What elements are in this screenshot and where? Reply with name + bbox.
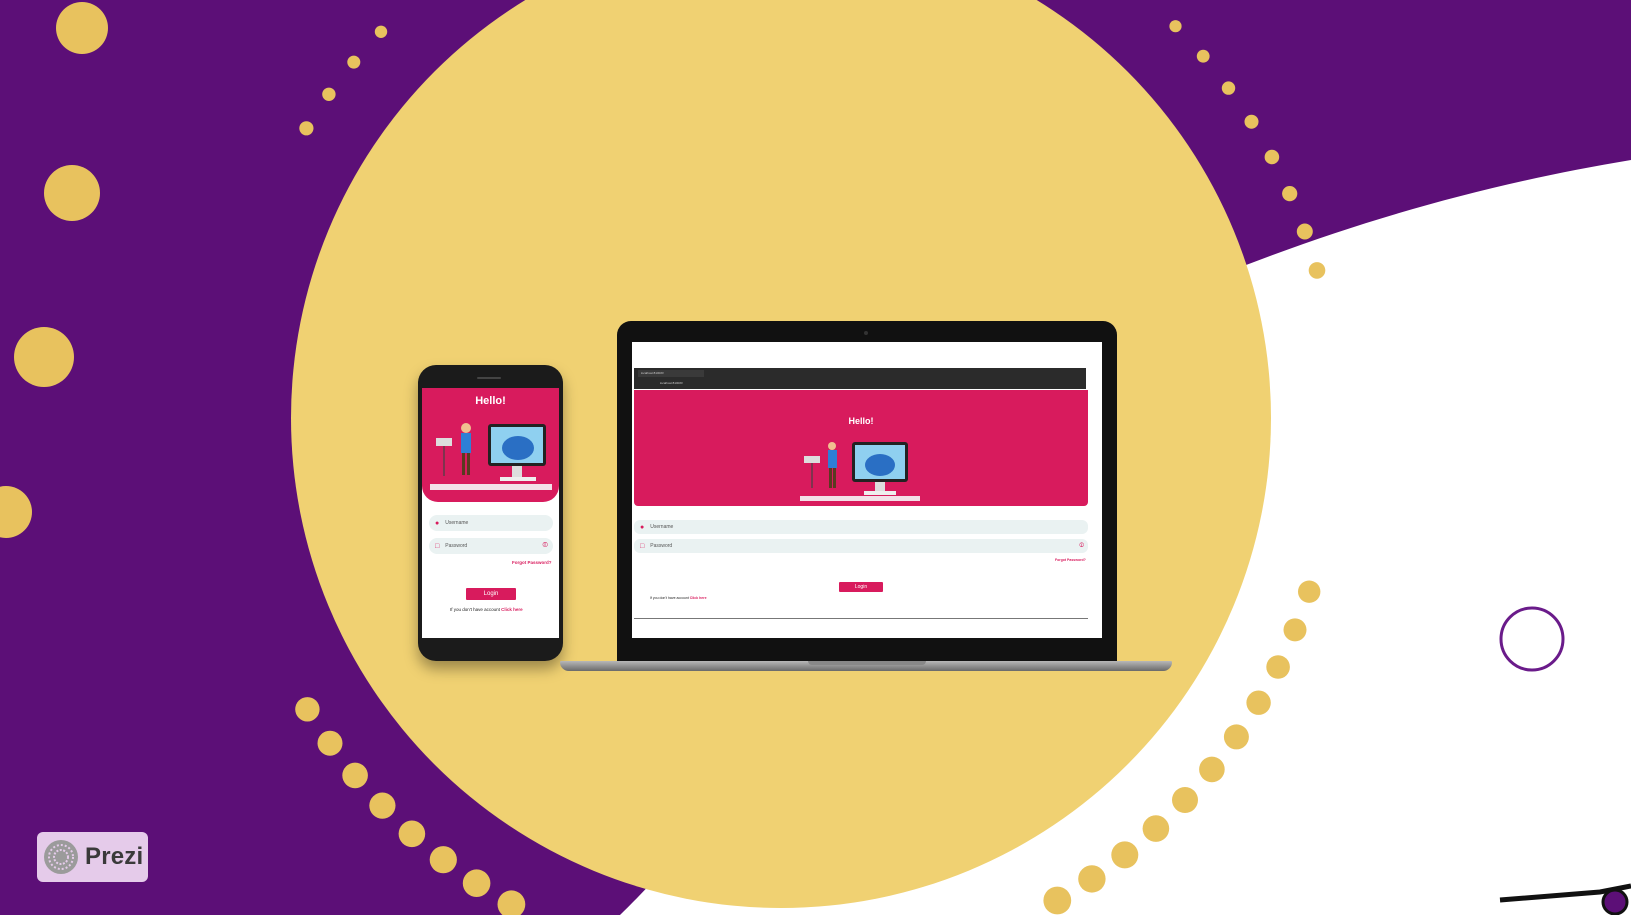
- arc-dot: [1282, 186, 1298, 202]
- signup-prompt: If you don't have account: [450, 607, 500, 612]
- laptop-notch: [808, 661, 926, 665]
- arc-dot: [342, 762, 368, 789]
- arc-dot: [1172, 787, 1198, 813]
- arc-dot: [1043, 886, 1072, 915]
- laptop-hero: Hello!: [634, 390, 1088, 506]
- signup-link[interactable]: Click here: [501, 607, 523, 612]
- eye-off-icon[interactable]: ⦷: [1079, 543, 1084, 550]
- phone-speaker: [477, 377, 501, 379]
- forgot-password-link[interactable]: Forgot Password?: [512, 560, 552, 565]
- login-button[interactable]: Login: [839, 582, 883, 592]
- arc-dot: [1169, 20, 1182, 33]
- username-field[interactable]: ● Username: [634, 520, 1088, 534]
- user-icon: ●: [640, 523, 645, 531]
- username-placeholder: Username: [650, 524, 674, 530]
- corner-dot: [1601, 888, 1629, 915]
- arc-dot: [1266, 655, 1290, 679]
- browser-url[interactable]: localhost:8100/#/: [660, 380, 1040, 386]
- arc-dot: [1296, 223, 1313, 240]
- browser-bar: localhost:8100/#/ localhost:8100/#/: [634, 368, 1086, 389]
- laptop-title: Hello!: [848, 416, 874, 426]
- arc-dot: [1221, 81, 1236, 95]
- password-placeholder: Password: [650, 543, 673, 549]
- arc-dot: [1078, 865, 1106, 893]
- username-placeholder: Username: [445, 520, 469, 526]
- arc-dot: [295, 697, 320, 722]
- phone-hero: Hello!: [422, 388, 559, 502]
- arc-dot: [1264, 149, 1280, 165]
- arc-dot: [1244, 114, 1259, 129]
- arc-dot: [462, 869, 491, 897]
- arc-dot: [1298, 580, 1321, 603]
- laptop-camera: [864, 331, 868, 335]
- prezi-label: Prezi: [85, 843, 144, 870]
- password-placeholder: Password: [445, 543, 468, 549]
- arc-dot: [299, 121, 314, 136]
- signup-text: If you don't have account Click here: [650, 596, 707, 600]
- illustration-image: [430, 423, 552, 490]
- prezi-logo-icon: [44, 840, 78, 874]
- arc-dot: [398, 820, 426, 848]
- arc-dot: [1196, 49, 1210, 63]
- arc-dot: [1283, 618, 1307, 642]
- password-field[interactable]: □ Password ⦷: [429, 538, 553, 554]
- arc-dot: [317, 730, 343, 756]
- forgot-password-link[interactable]: Forgot Password?: [1055, 558, 1086, 562]
- arc-dot: [1111, 841, 1139, 869]
- arc-dot: [1308, 262, 1326, 279]
- deco-dot: [14, 327, 74, 387]
- arc-dot: [322, 87, 336, 102]
- laptop-screen: localhost:8100/#/ localhost:8100/#/ Hell…: [632, 342, 1102, 638]
- arc-dot: [374, 25, 388, 38]
- login-button[interactable]: Login: [466, 588, 516, 600]
- lock-icon: □: [640, 542, 645, 550]
- signup-prompt: If you don't have account: [650, 596, 689, 600]
- illustration-image: [800, 442, 920, 501]
- lock-icon: □: [435, 542, 440, 550]
- page-divider: [634, 618, 1088, 619]
- arc-dot: [369, 792, 396, 819]
- arc-dot: [347, 55, 361, 69]
- browser-tab[interactable]: localhost:8100/#/: [638, 370, 704, 377]
- arc-dot: [1246, 690, 1271, 715]
- phone-screen: Hello! ● Username □ Password ⦷ Forgot Pa…: [422, 388, 559, 638]
- signup-text: If you don't have account Click here: [450, 607, 523, 612]
- arc-dot: [429, 846, 457, 874]
- arc-dot: [1223, 724, 1249, 750]
- arc-dot: [1142, 815, 1170, 842]
- password-field[interactable]: □ Password ⦷: [634, 539, 1088, 553]
- username-field[interactable]: ● Username: [429, 515, 553, 531]
- eye-off-icon[interactable]: ⦷: [542, 542, 548, 550]
- user-icon: ●: [435, 519, 440, 527]
- deco-dot: [44, 165, 100, 221]
- phone-title: Hello!: [475, 395, 506, 407]
- deco-dot: [56, 2, 108, 54]
- arc-dot: [1199, 756, 1225, 783]
- signup-link[interactable]: Click here: [690, 596, 707, 600]
- prezi-badge[interactable]: Prezi: [37, 832, 148, 882]
